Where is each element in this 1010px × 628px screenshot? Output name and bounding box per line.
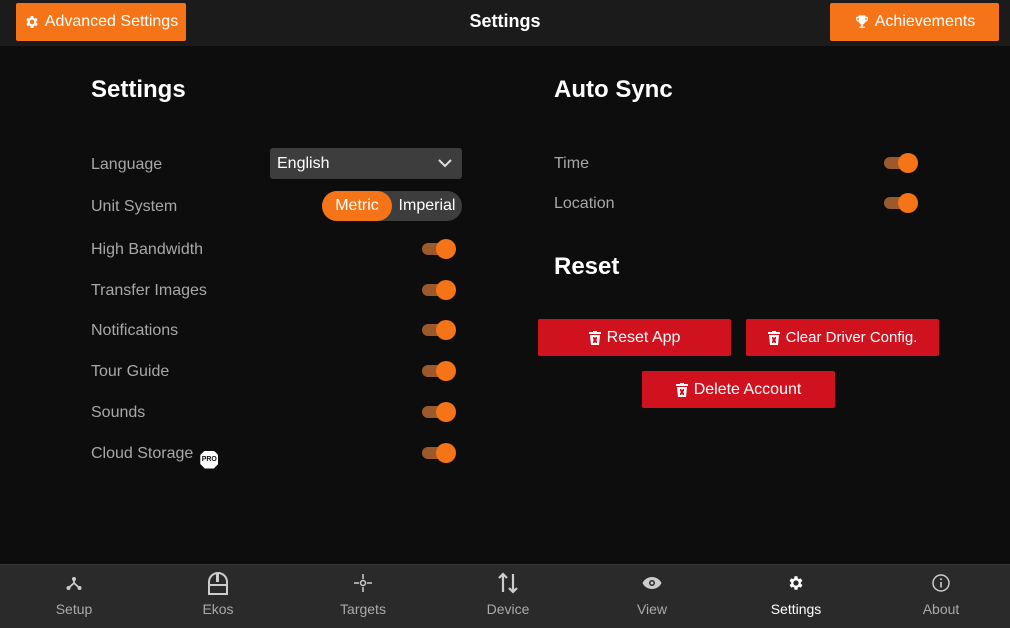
main-panel: Settings Language English Unit System Me… [0,46,1010,564]
high-bandwidth-toggle[interactable] [422,239,456,259]
unit-option-metric[interactable]: Metric [322,191,392,221]
notifications-toggle[interactable] [422,320,456,340]
cloud-storage-row: Cloud Storage PRO [91,445,219,469]
reset-app-label: Reset App [606,328,681,346]
language-select[interactable]: English [270,148,462,179]
delete-account-button[interactable]: Delete Account [642,371,835,408]
ekos-icon [208,572,228,595]
trash-icon [588,330,601,345]
nav-label-device: Device [486,601,530,617]
achievements-label: Achievements [874,13,976,30]
language-label: Language [91,156,163,173]
language-value: English [277,154,330,172]
settings-section-title: Settings [91,76,186,103]
gear-icon [789,576,803,590]
nav-item-targets[interactable]: Targets [291,565,435,628]
reset-app-button[interactable]: Reset App [538,319,731,356]
nav-label-setup: Setup [55,601,93,617]
nav-label-about: About [922,601,960,617]
cloud-storage-toggle[interactable] [422,443,456,463]
transfer-images-label: Transfer Images [91,282,207,299]
top-bar: Advanced Settings Settings Achievements [0,0,1010,46]
targets-icon [354,574,372,592]
sounds-toggle[interactable] [422,402,456,422]
clear-driver-config-button[interactable]: Clear Driver Config. [746,319,939,356]
delete-account-label: Delete Account [693,380,802,398]
transfer-images-toggle[interactable] [422,280,456,300]
sounds-label: Sounds [91,404,146,421]
achievements-button[interactable]: Achievements [830,3,999,41]
high-bandwidth-label: High Bandwidth [91,241,204,258]
nav-item-ekos[interactable]: Ekos [146,565,290,628]
nav-label-targets: Targets [340,601,386,617]
chevron-down-icon [438,159,452,168]
bottom-navigation: Setup Ekos Targets Device View Settings … [0,564,1010,628]
tour-guide-label: Tour Guide [91,363,170,380]
nav-label-view: View [636,601,668,617]
info-icon [932,574,950,592]
device-icon [498,572,518,594]
cloud-storage-label: Cloud Storage [91,445,194,462]
setup-icon [66,577,82,590]
auto-sync-section-title: Auto Sync [554,76,673,103]
time-toggle[interactable] [884,153,918,173]
clear-driver-config-label: Clear Driver Config. [785,329,918,346]
location-toggle[interactable] [884,193,918,213]
unit-option-imperial[interactable]: Imperial [392,191,462,221]
nav-item-view[interactable]: View [580,565,724,628]
nav-label-ekos: Ekos [202,601,234,617]
eye-icon [642,577,662,589]
nav-item-setup[interactable]: Setup [2,565,146,628]
notifications-label: Notifications [91,322,179,339]
trash-icon [675,382,688,397]
location-label: Location [554,195,615,212]
unit-system-segmented: Metric Imperial [322,191,462,221]
tour-guide-toggle[interactable] [422,361,456,381]
nav-item-about[interactable]: About [869,565,1010,628]
time-label: Time [554,155,589,172]
pro-badge: PRO [200,450,219,469]
nav-label-settings: Settings [770,601,822,617]
nav-item-device[interactable]: Device [436,565,580,628]
trash-icon [767,330,780,345]
trophy-icon [855,15,868,28]
nav-item-settings[interactable]: Settings [724,565,868,628]
unit-system-label: Unit System [91,198,178,215]
reset-section-title: Reset [554,253,620,280]
